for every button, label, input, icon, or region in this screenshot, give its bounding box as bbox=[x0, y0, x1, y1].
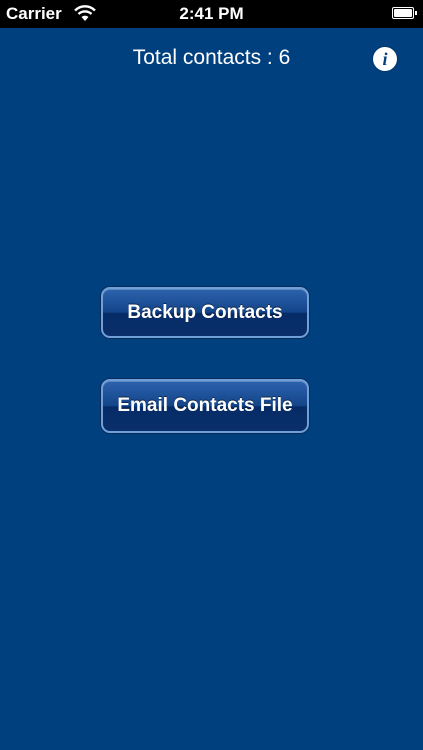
status-time: 2:41 PM bbox=[179, 4, 244, 23]
status-bar: Carrier 2:41 PM bbox=[0, 0, 423, 28]
battery-tip bbox=[415, 11, 417, 15]
info-icon[interactable]: i bbox=[373, 47, 397, 71]
email-contacts-file-button[interactable]: Email Contacts File bbox=[101, 379, 309, 433]
battery-icon bbox=[392, 7, 414, 19]
total-contacts-label: Total contacts : 6 bbox=[132, 46, 291, 69]
backup-contacts-button[interactable]: Backup Contacts bbox=[101, 287, 309, 338]
app-screen: Carrier 2:41 PM Total contacts : 6 i Bac… bbox=[0, 0, 423, 750]
battery-level bbox=[394, 9, 412, 17]
